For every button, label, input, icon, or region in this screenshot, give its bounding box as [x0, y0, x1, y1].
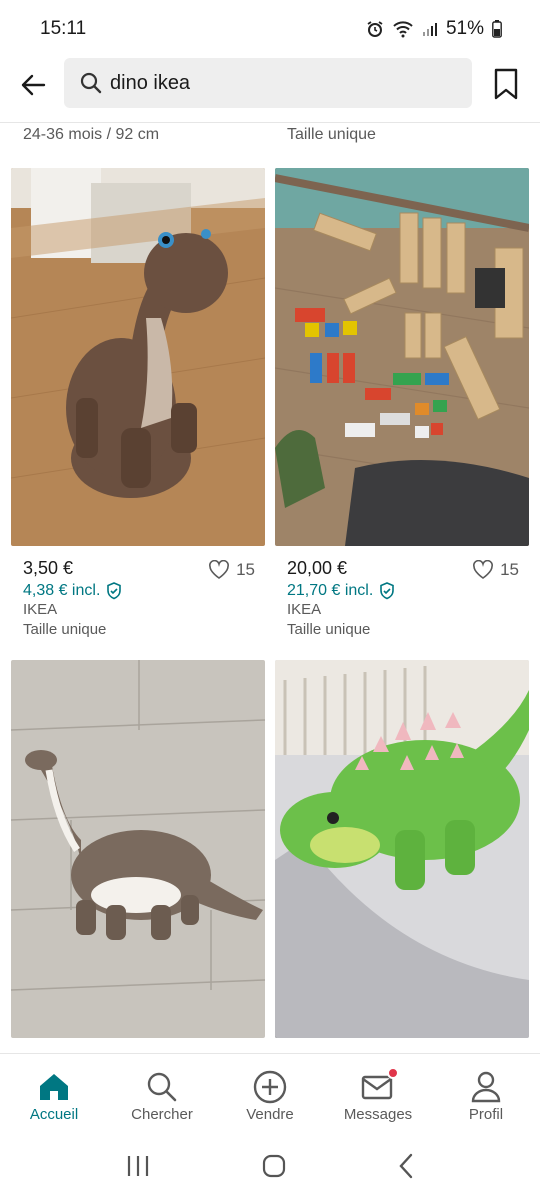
battery-percent: 51% [445, 18, 484, 39]
item-size: Taille unique [287, 621, 371, 638]
item-photo[interactable] [11, 168, 265, 546]
search-header [0, 58, 540, 110]
item-brand: IKEA [287, 601, 322, 618]
item-size: Taille unique [23, 621, 107, 638]
home-button[interactable] [262, 1154, 286, 1183]
previous-item-size-right: Taille unique [287, 126, 376, 143]
item-details: 3,50 € 4,38 € incl. IKEA Taille unique 1… [23, 558, 263, 641]
favorite-count: 15 [236, 560, 255, 579]
arrow-left-icon [21, 74, 46, 96]
search-icon [80, 72, 102, 94]
tab-messages[interactable]: Messages [324, 1054, 432, 1136]
item-price-incl-text: 21,70 € incl. [287, 582, 374, 599]
tab-label: Profil [468, 1106, 504, 1123]
item-price-incl: 4,38 € incl. [23, 581, 263, 601]
plus-circle-icon [253, 1068, 287, 1106]
tab-vendre[interactable]: Vendre [216, 1054, 324, 1136]
status-icons: 51% [366, 18, 502, 40]
tab-chercher[interactable]: Chercher [108, 1054, 216, 1136]
item-brand: IKEA [23, 601, 58, 618]
status-time: 15:11 [40, 18, 87, 39]
item-price-incl-text: 4,38 € incl. [23, 582, 101, 599]
heart-icon [209, 560, 230, 579]
heart-icon [473, 560, 494, 579]
tab-label: Messages [343, 1106, 413, 1123]
bottom-tab-bar: Accueil Chercher Vendre Messages Profil [0, 1053, 540, 1136]
save-search-button[interactable] [490, 66, 522, 102]
search-icon [146, 1068, 178, 1106]
signal-icon [422, 21, 438, 37]
chevron-left-icon [399, 1153, 413, 1178]
battery-icon [492, 20, 502, 38]
recent-apps-icon [127, 1155, 149, 1176]
bookmark-icon [494, 68, 518, 100]
status-bar: 15:11 51% [0, 0, 540, 58]
tab-profil[interactable]: Profil [432, 1054, 540, 1136]
unread-badge [387, 1067, 399, 1079]
favorite-count: 15 [500, 560, 519, 579]
shield-check-icon [107, 582, 122, 600]
home-circle-icon [262, 1154, 286, 1177]
item-photo[interactable] [11, 660, 265, 1038]
system-back-button[interactable] [398, 1153, 414, 1184]
item-price-incl: 21,70 € incl. [287, 581, 527, 601]
user-icon [471, 1068, 501, 1106]
recent-apps-button[interactable] [126, 1155, 150, 1182]
system-navigation-bar [0, 1136, 540, 1200]
favorite-button[interactable]: 15 [472, 560, 519, 580]
home-icon [38, 1068, 70, 1106]
search-bar[interactable] [64, 58, 472, 108]
back-button[interactable] [16, 68, 50, 102]
search-input[interactable] [110, 71, 450, 95]
item-details: 20,00 € 21,70 € incl. IKEA Taille unique… [287, 558, 527, 641]
header-divider [0, 122, 540, 123]
tab-label: Vendre [246, 1106, 294, 1123]
favorite-button[interactable]: 15 [208, 560, 255, 580]
wifi-icon [392, 20, 414, 38]
tab-label: Accueil [29, 1106, 79, 1123]
previous-item-size-left: 24-36 mois / 92 cm [23, 126, 160, 143]
alarm-icon [366, 20, 384, 38]
tab-accueil[interactable]: Accueil [0, 1054, 108, 1136]
shield-check-icon [380, 582, 395, 600]
item-photo[interactable] [275, 168, 529, 546]
tab-label: Chercher [131, 1106, 193, 1123]
item-photo[interactable] [275, 660, 529, 1038]
